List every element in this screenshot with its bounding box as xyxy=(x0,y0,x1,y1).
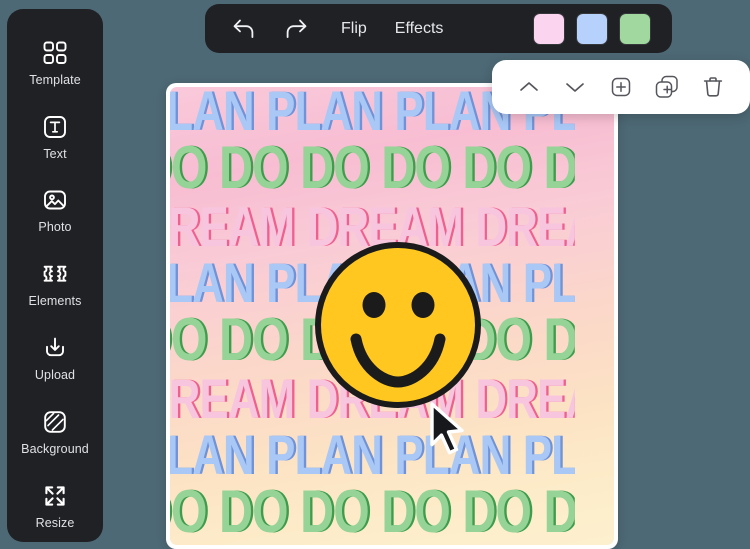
canvas-text-row[interactable]: DODODODODODODODODO xyxy=(170,482,575,542)
design-canvas[interactable]: PLANPLANPLANPLANPLAN DODODODODODODODODO … xyxy=(170,87,614,545)
effects-button[interactable]: Effects xyxy=(395,20,444,38)
resize-icon xyxy=(40,481,70,511)
sidebar-item-photo[interactable]: Photo xyxy=(7,173,103,247)
right-eye xyxy=(411,292,435,318)
sidebar-item-label: Background xyxy=(21,441,89,456)
chevron-up-icon[interactable] xyxy=(512,70,546,104)
object-context-toolbar xyxy=(492,60,750,114)
canvas-text-row[interactable]: DODODODODODODODODO xyxy=(170,138,575,198)
upload-icon xyxy=(40,333,70,363)
flip-button[interactable]: Flip xyxy=(341,20,367,38)
background-icon xyxy=(40,407,70,437)
sidebar-item-label: Resize xyxy=(35,515,75,530)
redo-icon[interactable] xyxy=(279,12,313,46)
sidebar-item-label: Photo xyxy=(38,220,72,235)
mouse-cursor xyxy=(428,401,470,457)
trash-icon[interactable] xyxy=(696,70,730,104)
sidebar-item-label: Upload xyxy=(34,368,76,383)
sidebar-item-label: Template xyxy=(29,72,81,87)
elements-icon xyxy=(40,259,70,289)
design-canvas-frame: PLANPLANPLANPLANPLAN DODODODODODODODODO … xyxy=(166,83,618,549)
sidebar-item-elements[interactable]: Elements xyxy=(7,247,103,321)
plus-square-icon[interactable] xyxy=(604,70,638,104)
sidebar-item-resize[interactable]: Resize xyxy=(7,468,103,542)
chevron-down-icon[interactable] xyxy=(558,70,592,104)
top-toolbar: Flip Effects xyxy=(205,4,672,53)
undo-icon[interactable] xyxy=(227,12,261,46)
color-swatch-green[interactable] xyxy=(620,13,650,44)
color-swatch-pink[interactable] xyxy=(534,13,564,44)
text-icon xyxy=(40,112,70,142)
sidebar-item-template[interactable]: Template xyxy=(7,25,103,99)
left-sidebar: Template Text Photo Elements Upload Back… xyxy=(7,9,103,542)
sidebar-item-label: Elements xyxy=(28,294,82,309)
color-swatch-group xyxy=(534,13,650,44)
sidebar-item-text[interactable]: Text xyxy=(7,99,103,173)
grid-icon xyxy=(40,38,70,68)
sidebar-item-background[interactable]: Background xyxy=(7,394,103,468)
left-eye xyxy=(362,292,386,318)
photo-icon xyxy=(40,185,70,215)
duplicate-icon[interactable] xyxy=(650,70,684,104)
sidebar-item-label: Text xyxy=(43,146,67,161)
sidebar-item-upload[interactable]: Upload xyxy=(7,320,103,394)
smiley-face-sticker[interactable] xyxy=(312,239,484,411)
color-swatch-blue[interactable] xyxy=(577,13,607,44)
canvas-text-row[interactable]: PLANPLANPLANPLANPLAN xyxy=(170,427,575,483)
